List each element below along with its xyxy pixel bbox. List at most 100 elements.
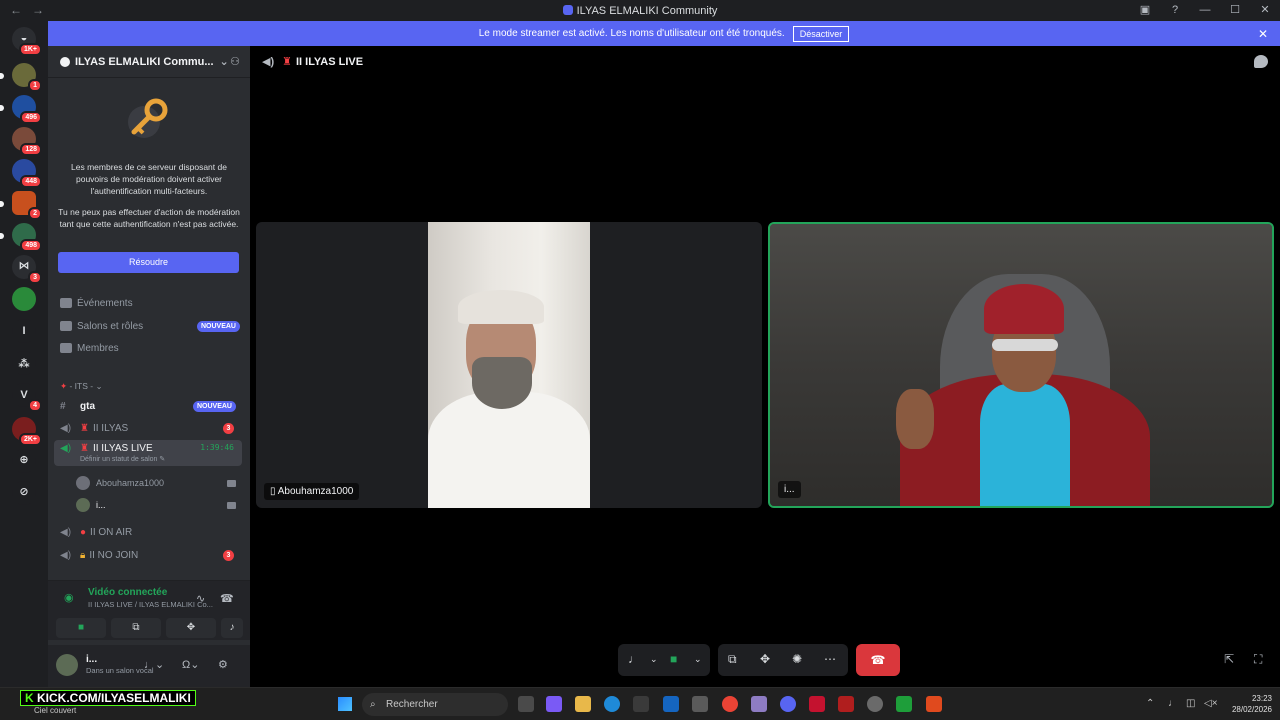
search-icon: ⌕ [370, 699, 376, 710]
server-badge: 448 [20, 175, 42, 188]
red-dot-icon: ● [80, 526, 87, 538]
channel-category[interactable]: ✦ - ITS - ⌄ [60, 381, 103, 392]
windows-start-icon[interactable] [338, 697, 352, 711]
volume-muted-icon[interactable]: ◁× [1204, 698, 1218, 709]
chevron-down-icon[interactable]: ⌄ [694, 654, 702, 665]
disconnect-icon[interactable]: ☎ [220, 592, 234, 605]
channel-gta[interactable]: # gta NOUVEAU [54, 396, 242, 416]
avatar[interactable] [56, 654, 78, 676]
screen-share-button[interactable]: ⧉ [111, 618, 161, 638]
video-tile-speaking[interactable]: i... [768, 222, 1274, 508]
chat-icon[interactable] [1254, 55, 1268, 68]
server-icon[interactable]: 448 [12, 159, 42, 188]
chrome-icon[interactable] [722, 696, 738, 712]
server-icon[interactable] [12, 287, 36, 311]
microphone-icon[interactable]: ♩⌄ [144, 658, 164, 671]
photos-icon[interactable] [692, 696, 708, 712]
voice-connected-panel: ◉ Vidéo connectée II ILYAS LIVE / ILYAS … [48, 580, 250, 640]
outlook-icon[interactable] [663, 696, 679, 712]
speaker-icon: ◀) [60, 549, 72, 561]
hang-up-button[interactable]: ☎ [856, 644, 900, 676]
server-icon[interactable]: 128 [12, 127, 42, 156]
stage-title: II ILYAS LIVE [296, 56, 364, 68]
camera-icon [227, 479, 236, 487]
server-badge: 498 [20, 239, 42, 252]
video-tile[interactable]: ▯ Abouhamza1000 [256, 222, 762, 508]
server-icon[interactable]: ⁂ [12, 351, 36, 375]
minimize-button[interactable]: — [1190, 0, 1220, 21]
chevron-down-icon[interactable]: ⌄ [650, 654, 658, 665]
help-icon[interactable]: ? [1160, 0, 1190, 21]
headphones-icon[interactable]: Ω⌄ [182, 658, 199, 671]
server-icon[interactable]: V4 [12, 383, 42, 412]
red-marker-icon: ♜ [80, 443, 89, 454]
popout-icon[interactable]: ⇱ [1224, 652, 1234, 666]
server-icon[interactable]: ⋈ 3 [12, 255, 42, 284]
play-icon[interactable] [896, 696, 912, 712]
voice-status[interactable]: Vidéo connectée [88, 587, 167, 598]
maximize-button[interactable]: ☐ [1220, 0, 1250, 21]
direct-messages-icon[interactable]: ◒ 1K+ [12, 27, 42, 56]
more-options-icon[interactable]: ⋯ [824, 652, 836, 666]
app-icon[interactable] [867, 696, 883, 712]
clock[interactable]: 23:23 28/02/2026 [1232, 693, 1272, 715]
set-channel-status[interactable]: Définir un statut de salon ✎ [80, 455, 165, 463]
activities-icon[interactable]: ✥ [760, 652, 770, 666]
camera-button[interactable]: ■ [56, 618, 106, 638]
server-icon[interactable]: I [12, 319, 36, 343]
voice-user[interactable]: i... [76, 496, 242, 514]
menu-events[interactable]: Événements [60, 294, 240, 312]
channel-ilyas-live[interactable]: ◀) ♜ II ILYAS LIVE 1:39:46 Définir un statut… [54, 440, 242, 466]
server-icon[interactable]: 2K+ [12, 417, 42, 446]
tray-mic-icon[interactable]: ♩ [1168, 698, 1178, 709]
camera-icon[interactable]: ■ [670, 652, 677, 666]
app-icon[interactable] [809, 696, 825, 712]
channel-ilyas[interactable]: ◀) ♜ II ILYAS 3 [54, 418, 242, 438]
clock-time: 23:23 [1251, 694, 1272, 703]
disable-streamer-button[interactable]: Désactiver [792, 25, 850, 42]
fullscreen-icon[interactable]: ⛶ [1254, 652, 1262, 667]
channel-on-air[interactable]: ◀) ● II ON AIR [54, 522, 242, 542]
server-glyph: ⁂ [18, 358, 30, 370]
voice-channel-path[interactable]: II ILYAS LIVE / ILYAS ELMALIKI Co... [88, 600, 213, 609]
app-icon[interactable] [838, 696, 854, 712]
close-notice-icon[interactable]: ✕ [1258, 27, 1268, 41]
file-explorer-icon[interactable] [575, 696, 591, 712]
discord-taskbar-icon[interactable] [780, 696, 796, 712]
tray-expand-icon[interactable]: ⌃ [1146, 698, 1154, 709]
edge-icon[interactable] [604, 696, 620, 712]
server-icon[interactable]: 2 [12, 191, 42, 220]
settings-gear-icon[interactable]: ⚙ [218, 658, 228, 671]
add-server-icon[interactable]: ⊕ [12, 449, 36, 473]
server-header[interactable]: ILYAS ELMALIKI Commu... ⌄ ⚇ [48, 46, 250, 78]
gamepad-icon[interactable] [751, 696, 767, 712]
channel-no-join[interactable]: ◀) 🔒︎ II NO JOIN 3 [54, 545, 242, 565]
soundboard-button[interactable]: ♪ [221, 618, 243, 638]
participant-name: i... [784, 484, 795, 495]
voice-user[interactable]: Abouhamza1000 [76, 474, 242, 492]
taskbar-search[interactable]: ⌕ Rechercher [362, 693, 508, 716]
soundboard-icon[interactable]: ✺ [792, 652, 802, 666]
server-icon[interactable]: 498 [12, 223, 42, 252]
noise-suppression-icon[interactable]: ∿ [196, 592, 205, 605]
copilot-icon[interactable] [546, 696, 562, 712]
explore-icon[interactable]: ⊘ [12, 481, 36, 505]
screen-share-icon[interactable]: ⧉ [728, 652, 737, 667]
invite-icon[interactable]: ⚇ [230, 55, 240, 68]
inbox-icon[interactable]: ▣ [1130, 0, 1160, 21]
microphone-icon[interactable]: ♩ [628, 652, 640, 666]
signal-icon: ◉ [64, 592, 74, 604]
app-icon[interactable] [926, 696, 942, 712]
participant-name-tag: i... [778, 481, 801, 498]
task-view-icon[interactable] [518, 696, 534, 712]
menu-channels-roles[interactable]: Salons et rôles NOUVEAU [60, 317, 240, 335]
network-icon[interactable]: ◫ [1186, 698, 1195, 709]
close-button[interactable]: ✕ [1250, 0, 1280, 21]
activities-button[interactable]: ✥ [166, 618, 216, 638]
menu-members[interactable]: Membres [60, 339, 240, 357]
server-icon[interactable]: 496 [12, 95, 42, 124]
store-icon[interactable] [633, 696, 649, 712]
weather-widget[interactable]: Ciel couvert [34, 706, 76, 715]
server-icon[interactable]: 1 [12, 63, 42, 92]
resolve-button[interactable]: Résoudre [58, 252, 239, 273]
